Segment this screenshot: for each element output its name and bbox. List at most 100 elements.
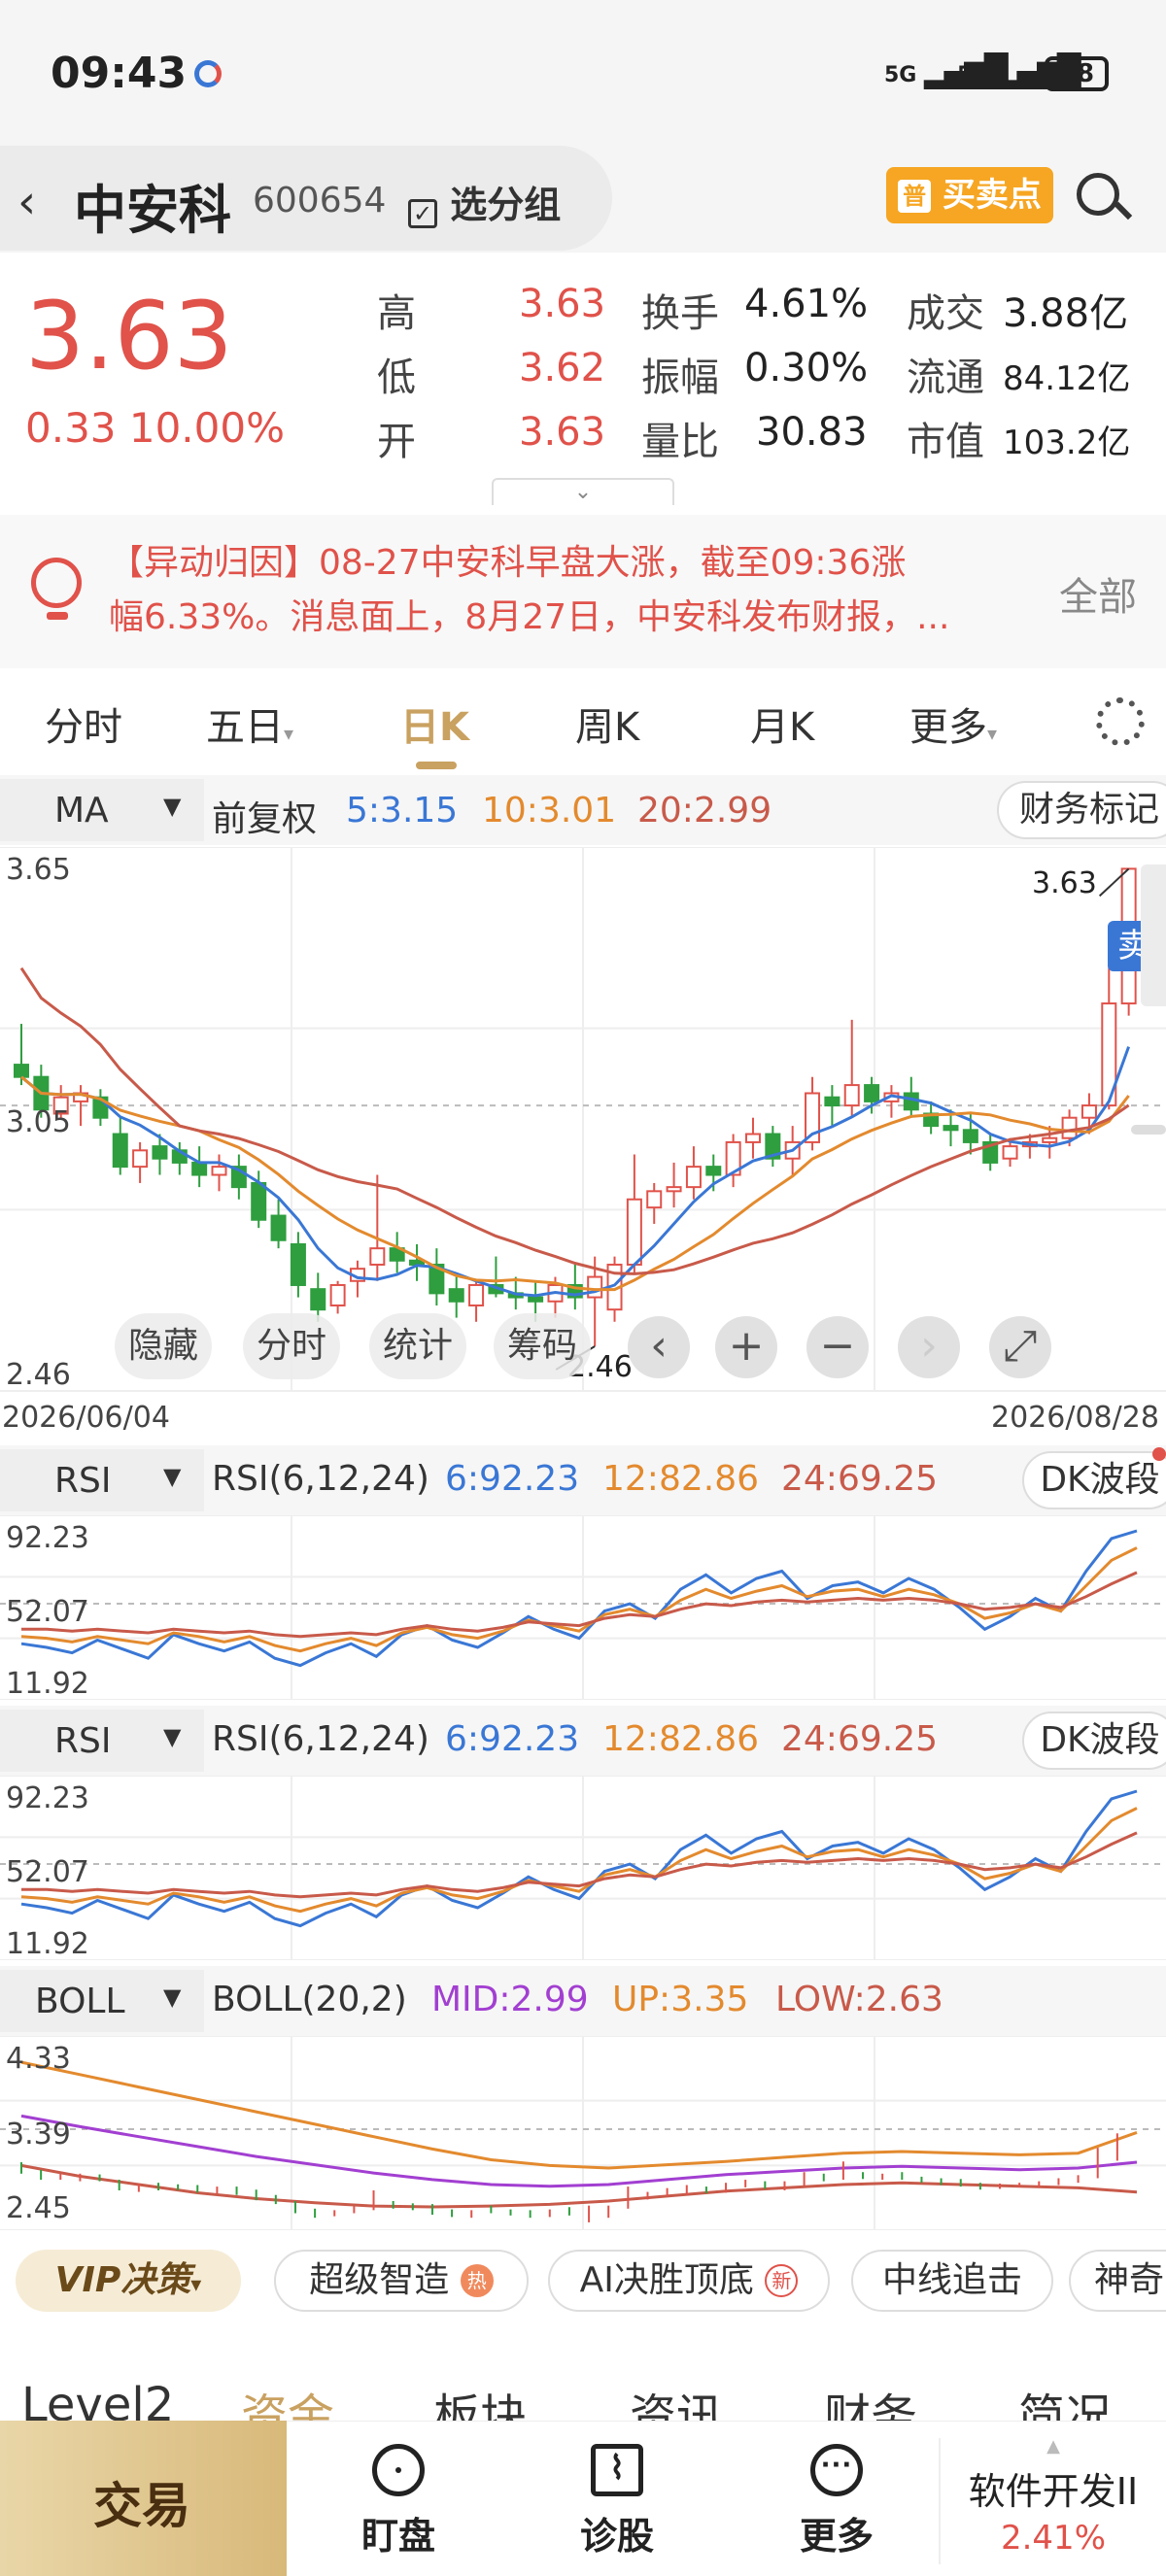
quote-row-3: 开 3.63 量比 30.83 市值 103.2亿: [377, 410, 1154, 464]
dk-band-button[interactable]: DK波段: [1022, 1451, 1166, 1509]
amplitude-value: 0.30%: [744, 346, 869, 390]
chips-button[interactable]: 筹码: [494, 1313, 591, 1379]
rsi2-y-bottom: 11.92: [6, 1927, 89, 1961]
candle-body: [666, 1186, 682, 1193]
buy-sell-point-button[interactable]: 普 买卖点: [886, 167, 1053, 223]
candle-body: [943, 1125, 959, 1132]
adjust-label[interactable]: 前复权: [212, 791, 317, 841]
news-banner[interactable]: 【异动归因】08-27中安科早盘大涨，截至09:36涨 幅6.33%。消息面上，…: [0, 515, 1166, 668]
chip-mid-line-chase[interactable]: 中线追击: [851, 2250, 1053, 2312]
candle-body: [211, 1166, 227, 1176]
volume-label: 成交: [907, 291, 984, 336]
rsi2-select[interactable]: RSI ▼: [0, 1710, 204, 1772]
quote-row-2: 低 3.62 振幅 0.30% 流通 84.12亿: [377, 346, 1154, 400]
candle-body: [152, 1145, 168, 1160]
candle-body: [1042, 1136, 1058, 1143]
sector-change: 2.41%: [1000, 2519, 1106, 2558]
boll-chart[interactable]: [0, 2036, 1166, 2230]
indicator-label: MA: [54, 791, 109, 830]
settings-gear-icon[interactable]: [1096, 697, 1145, 746]
candle-body: [587, 1275, 603, 1299]
vip-decision-label: VIP决策: [54, 2260, 191, 2300]
rsi1-chart[interactable]: [0, 1515, 1166, 1700]
tab-weekly-k[interactable]: 周K: [575, 695, 639, 752]
scroll-left-icon[interactable]: ‹: [628, 1316, 690, 1378]
diagnose-nav[interactable]: ⌇ 诊股: [534, 2444, 700, 2559]
fullscreen-icon[interactable]: ⤢: [989, 1316, 1051, 1378]
candle-body: [864, 1084, 880, 1102]
kline-max-label: 3.63: [1032, 866, 1097, 900]
tab-intraday[interactable]: 分时: [45, 695, 122, 752]
candle-body: [191, 1161, 208, 1176]
indicator-select[interactable]: MA ▼: [0, 779, 204, 841]
scroll-right-icon[interactable]: ›: [898, 1316, 960, 1378]
zoom-out-icon[interactable]: −: [806, 1316, 869, 1378]
buy-sell-icon: 普: [898, 180, 932, 213]
dk-band-dot: [1152, 1447, 1166, 1461]
target-icon: [372, 2444, 425, 2496]
stats-button[interactable]: 统计: [369, 1313, 466, 1379]
rsi1-select[interactable]: RSI ▼: [0, 1449, 204, 1511]
chip-super-manufacturing[interactable]: 超级智造 热: [274, 2250, 529, 2312]
tab-five-day[interactable]: 五日▾: [206, 695, 293, 752]
expand-quote-button[interactable]: ⌄: [492, 478, 674, 505]
trade-button[interactable]: 交易: [0, 2421, 287, 2576]
tab-monthly-k[interactable]: 月K: [750, 695, 814, 752]
tab-level2[interactable]: Level2: [21, 2378, 174, 2421]
rsi2-v24: 24:69.25: [781, 1719, 938, 1759]
chart-side-handle[interactable]: [1141, 864, 1166, 1006]
candle-body: [468, 1283, 485, 1306]
boll-select[interactable]: BOLL ▼: [0, 1970, 204, 2032]
dk-band-button-2[interactable]: DK波段: [1022, 1712, 1166, 1770]
rsi2-params: RSI(6,12,24): [212, 1719, 429, 1759]
news-all-link[interactable]: 全部: [1059, 565, 1137, 622]
rsi2-chart[interactable]: [0, 1776, 1166, 1960]
candle-body: [270, 1214, 287, 1241]
finance-mark-button[interactable]: 财务标记: [997, 781, 1166, 839]
current-price: 3.63: [25, 282, 233, 390]
signal-label-1: 5G: [884, 63, 917, 87]
vip-decision-chip[interactable]: VIP决策▾: [16, 2250, 241, 2312]
tab-more[interactable]: 更多▾: [909, 695, 997, 752]
watch-nav[interactable]: 盯盘: [316, 2444, 481, 2559]
search-icon[interactable]: [1077, 173, 1119, 216]
float-label: 流通: [907, 356, 984, 400]
rsi1-v6: 6:92.23: [445, 1459, 580, 1499]
candle-body: [744, 1133, 761, 1143]
tab-daily-k[interactable]: 日K: [400, 695, 469, 752]
dropdown-icon: ▼: [163, 1723, 182, 1750]
back-icon[interactable]: ‹: [17, 175, 36, 229]
sector-widget[interactable]: ▲ 软件开发II 2.41%: [939, 2438, 1166, 2564]
rsi-6-line: [20, 1789, 1138, 1928]
dropdown-icon: ▼: [163, 1983, 182, 2011]
candle-body: [310, 1288, 326, 1311]
more-nav[interactable]: ··· 更多: [754, 2444, 919, 2559]
chip-ai-top-bottom[interactable]: AI决胜顶底 新: [548, 2250, 830, 2312]
stock-code: 600654: [253, 181, 387, 220]
tab-finance[interactable]: 财务: [824, 2378, 917, 2421]
more-dots-icon: ···: [810, 2444, 863, 2496]
candle-body: [824, 1096, 840, 1107]
sector-collapse-icon: ▲: [1046, 2436, 1060, 2457]
rsi-12-line: [20, 1546, 1138, 1653]
zoom-in-icon[interactable]: +: [715, 1316, 777, 1378]
buy-sell-label: 买卖点: [942, 176, 1042, 215]
volume-ratio-value: 30.83: [756, 410, 868, 455]
tab-funds[interactable]: 资金: [241, 2378, 334, 2421]
quote-panel: 3.63 0.33 10.00% 高 3.63 换手 4.61% 成交 3.88…: [0, 253, 1166, 505]
boll-toolbar: BOLL ▼ BOLL(20,2) MID:2.99 UP:3.35 LOW:2…: [0, 1966, 1166, 2036]
hide-button[interactable]: 隐藏: [115, 1313, 212, 1379]
quote-row-1: 高 3.63 换手 4.61% 成交 3.88亿: [377, 282, 1154, 336]
boll-y-bottom: 2.45: [6, 2191, 71, 2225]
candle-body: [685, 1166, 702, 1189]
candle-body: [14, 1064, 29, 1078]
candle-body: [646, 1190, 663, 1209]
candle-body: [132, 1149, 149, 1169]
select-group-button[interactable]: ✓ 选分组: [408, 175, 561, 228]
tab-profile[interactable]: 简况: [1018, 2378, 1112, 2421]
tab-news[interactable]: 资讯: [630, 2378, 723, 2421]
intraday-button[interactable]: 分时: [243, 1313, 340, 1379]
tab-sector[interactable]: 板块: [433, 2378, 527, 2421]
chip-magic[interactable]: 神奇: [1069, 2250, 1166, 2312]
new-badge: 新: [765, 2264, 799, 2297]
